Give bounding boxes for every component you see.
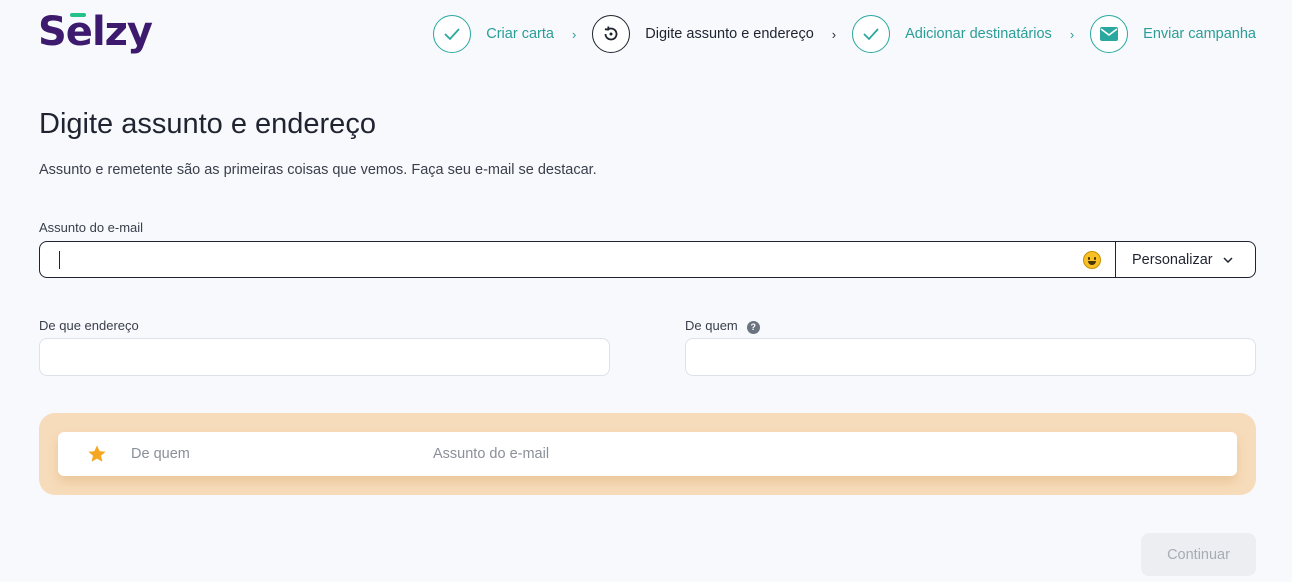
check-icon bbox=[852, 15, 891, 53]
from-name-label: De quem bbox=[685, 318, 738, 333]
logo-accent-bar bbox=[70, 13, 86, 17]
text-caret bbox=[59, 251, 60, 269]
chevron-right-icon: › bbox=[1069, 26, 1075, 42]
page-subtitle: Assunto e remetente são as primeiras coi… bbox=[39, 162, 597, 178]
inbox-preview-row: De quem Assunto do e-mail bbox=[58, 432, 1237, 476]
subject-input[interactable] bbox=[40, 242, 1083, 277]
from-name-input[interactable] bbox=[686, 339, 1255, 375]
progress-steps: Criar carta › Digite assunto e endereço … bbox=[433, 14, 1256, 54]
from-address-input[interactable] bbox=[40, 339, 609, 375]
preview-subject: Assunto do e-mail bbox=[433, 446, 550, 462]
continue-button[interactable]: Continuar bbox=[1141, 533, 1256, 576]
from-address-label: De que endereço bbox=[39, 318, 139, 333]
help-icon[interactable]: ? bbox=[746, 321, 760, 334]
logo-text: Selzy bbox=[38, 9, 153, 55]
step-criar-carta[interactable]: Criar carta bbox=[433, 15, 554, 53]
star-icon bbox=[88, 445, 106, 462]
check-icon bbox=[433, 15, 472, 53]
chevron-right-icon: › bbox=[831, 26, 837, 42]
chevron-right-icon: › bbox=[571, 26, 577, 42]
personalize-label: Personalizar bbox=[1132, 251, 1213, 268]
personalize-dropdown[interactable]: Personalizar bbox=[1115, 242, 1255, 277]
page-title: Digite assunto e endereço bbox=[39, 108, 376, 140]
envelope-icon bbox=[1090, 15, 1129, 53]
step-enviar-campanha[interactable]: Enviar campanha bbox=[1090, 15, 1256, 53]
emoji-icon[interactable] bbox=[1083, 250, 1101, 269]
step-label: Enviar campanha bbox=[1143, 26, 1256, 42]
subject-label: Assunto do e-mail bbox=[39, 220, 144, 235]
refresh-icon bbox=[592, 15, 631, 53]
step-label: Adicionar destinatários bbox=[905, 26, 1052, 42]
from-name-label-row: De quem? bbox=[685, 318, 760, 334]
step-adicionar-destinatarios[interactable]: Adicionar destinatários bbox=[852, 15, 1052, 53]
step-label: Criar carta bbox=[486, 26, 554, 42]
from-address-field bbox=[39, 338, 610, 376]
step-digite-assunto[interactable]: Digite assunto e endereço bbox=[592, 15, 814, 53]
subject-field: Personalizar bbox=[39, 241, 1256, 278]
preview-from: De quem bbox=[131, 446, 190, 462]
inbox-preview: De quem Assunto do e-mail bbox=[39, 413, 1256, 495]
from-name-field bbox=[685, 338, 1256, 376]
chevron-down-icon bbox=[1223, 254, 1233, 266]
step-label: Digite assunto e endereço bbox=[645, 26, 814, 42]
